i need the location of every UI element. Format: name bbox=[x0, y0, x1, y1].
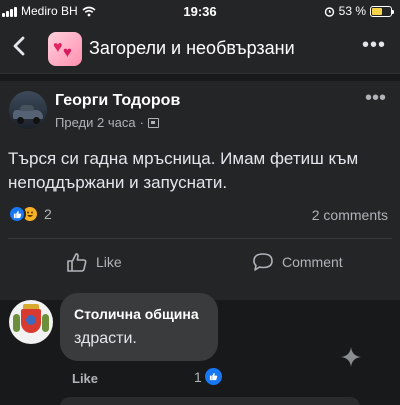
group-title[interactable]: Загорели и необвързани bbox=[89, 38, 295, 59]
like-reaction-icon bbox=[204, 368, 222, 385]
meta-separator: · bbox=[139, 115, 144, 130]
comment-bubble[interactable]: Столична община здрасти. bbox=[60, 293, 218, 361]
sparkle-icon bbox=[341, 347, 361, 367]
post-text: Търся си гадна мръсница. Имам фетиш към … bbox=[8, 149, 359, 192]
heart-icon: ♥ bbox=[53, 39, 63, 56]
post-timestamp[interactable]: Преди 2 часа bbox=[55, 115, 136, 130]
post-options-button[interactable]: ••• bbox=[365, 87, 386, 110]
comment-like-button[interactable]: Like bbox=[72, 371, 98, 386]
comment-reactions[interactable]: 1 bbox=[194, 368, 222, 385]
group-avatar[interactable]: ♥ ♥ bbox=[48, 32, 82, 66]
reaction-count: 2 bbox=[44, 206, 52, 222]
author-avatar[interactable] bbox=[9, 91, 47, 129]
comment-reaction-count: 1 bbox=[194, 368, 202, 385]
comment-label: Comment bbox=[282, 254, 343, 270]
post-meta: Преди 2 часа · bbox=[55, 115, 159, 130]
chevron-left-icon bbox=[13, 36, 25, 56]
commenter-avatar[interactable] bbox=[9, 300, 53, 344]
comment-button[interactable]: Comment bbox=[252, 252, 343, 272]
divider bbox=[8, 238, 392, 239]
like-label: Like bbox=[96, 254, 122, 270]
comment-text: здрасти. bbox=[74, 330, 137, 347]
post-card: Георги Тодоров Преди 2 часа · ••• Търся … bbox=[0, 81, 400, 300]
status-bar: Mediro BH 19:36 53 % bbox=[0, 0, 400, 24]
status-right: 53 % bbox=[324, 4, 394, 18]
next-comment-bubble bbox=[60, 397, 360, 405]
battery-icon bbox=[370, 5, 394, 17]
back-button[interactable] bbox=[12, 35, 32, 61]
group-audience-icon bbox=[147, 117, 159, 128]
like-reaction-icon bbox=[8, 205, 26, 223]
like-button[interactable]: Like bbox=[66, 252, 122, 272]
heart-icon: ♥ bbox=[63, 44, 72, 61]
more-options-button[interactable]: ••• bbox=[362, 34, 386, 57]
coat-of-arms-icon bbox=[21, 309, 41, 333]
comment-icon bbox=[253, 253, 273, 271]
post-author-name[interactable]: Георги Тодоров bbox=[55, 92, 180, 110]
alarm-icon bbox=[324, 6, 334, 17]
group-header: ♥ ♥ Загорели и необвързани ••• bbox=[0, 24, 400, 74]
comments-count-link[interactable]: 2 comments bbox=[312, 207, 388, 223]
comment-author-name[interactable]: Столична община bbox=[74, 306, 199, 322]
battery-percent: 53 % bbox=[338, 4, 366, 18]
thumbs-up-icon bbox=[67, 253, 87, 272]
post-reactions[interactable]: 2 bbox=[8, 205, 52, 223]
